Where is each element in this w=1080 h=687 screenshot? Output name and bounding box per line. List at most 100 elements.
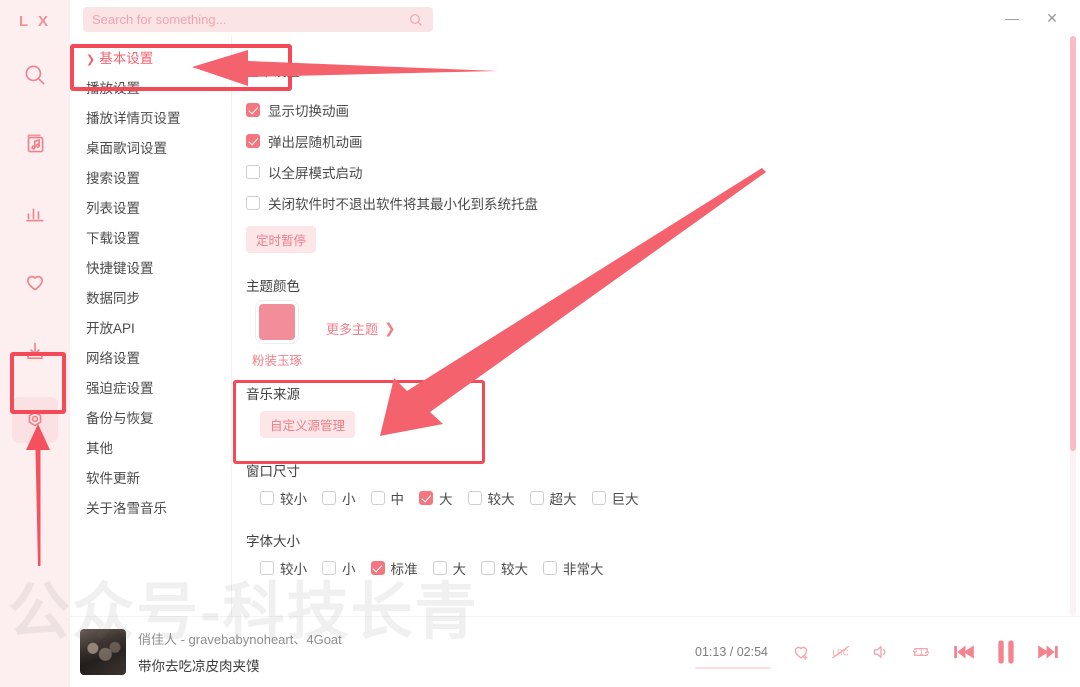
- search-icon[interactable]: [12, 52, 58, 98]
- theme-swatch-color[interactable]: [256, 301, 298, 343]
- checkbox-font-small[interactable]: [322, 561, 336, 575]
- song-meta: 俏佳人 - gravebabynoheart、4Goat 带你去吃凉皮肉夹馍: [138, 629, 342, 675]
- ranking-chart-icon[interactable]: [12, 190, 58, 236]
- checkbox-label: 弹出层随机动画: [268, 134, 363, 150]
- volume-icon[interactable]: [870, 641, 892, 663]
- settings-nav-item-list[interactable]: 列表设置: [70, 194, 231, 224]
- font-size-option-standard[interactable]: 标准: [370, 558, 422, 578]
- window-size-option-medium[interactable]: 中: [370, 488, 409, 508]
- close-button[interactable]: ✕: [1032, 3, 1072, 33]
- settings-nav-item-basic[interactable]: ❯ 基本设置: [70, 44, 231, 74]
- font-size-options: 较小 小 标准 大 较大 非常大: [260, 558, 1073, 578]
- custom-source-manage-button[interactable]: 自定义源管理: [260, 411, 356, 438]
- option-label: 超大: [549, 492, 577, 507]
- more-themes-link[interactable]: 更多主题 ❯: [326, 319, 396, 352]
- minimize-button[interactable]: —: [992, 3, 1032, 33]
- heart-icon[interactable]: [12, 259, 58, 305]
- settings-nav-item-update[interactable]: 软件更新: [70, 464, 231, 494]
- checkbox-row-minimize-to-tray[interactable]: 关闭软件时不退出软件将其最小化到系统托盘: [246, 187, 1073, 218]
- search-input[interactable]: Search for something...: [83, 7, 433, 32]
- font-size-option-small[interactable]: 小: [322, 558, 360, 578]
- option-label: 较大: [487, 492, 515, 507]
- settings-nav-item-network[interactable]: 网络设置: [70, 344, 231, 374]
- left-icon-rail: L X: [0, 0, 70, 687]
- checkbox-font-large[interactable]: [432, 561, 447, 575]
- settings-nav-item-playdetail[interactable]: 播放详情页设置: [70, 104, 231, 134]
- font-size-option-smaller[interactable]: 较小: [260, 558, 311, 578]
- settings-gear-icon[interactable]: [12, 397, 58, 443]
- settings-nav-item-open-api[interactable]: 开放API: [70, 314, 231, 344]
- music-source-title: 音乐来源: [246, 387, 300, 402]
- checkbox-font-standard[interactable]: [370, 561, 385, 575]
- checkbox-popup-animation[interactable]: [246, 133, 260, 148]
- checkbox-window-small[interactable]: [322, 491, 336, 505]
- checkbox-window-medium[interactable]: [370, 491, 385, 505]
- settings-nav-column: ❯ 基本设置 播放设置 播放详情页设置 桌面歌词设置 搜索设置 列表设置 下载设置…: [70, 0, 232, 687]
- checkbox-fullscreen-start[interactable]: [246, 164, 260, 179]
- content-scrollbar[interactable]: [1070, 36, 1076, 616]
- checkbox-window-xlarge[interactable]: [529, 491, 544, 505]
- settings-nav-item-data-sync[interactable]: 数据同步: [70, 284, 231, 314]
- option-label: 中: [390, 492, 405, 507]
- player-controls: 01:13 / 02:54 LRC 1: [695, 637, 1062, 669]
- checkbox-font-larger[interactable]: [481, 561, 495, 575]
- option-label: 小: [342, 562, 356, 577]
- checkbox-window-large[interactable]: [419, 491, 433, 505]
- checkbox-switch-animation[interactable]: [246, 102, 260, 117]
- checkbox-minimize-to-tray[interactable]: [246, 195, 260, 210]
- window-size-option-larger[interactable]: 较大: [467, 488, 519, 508]
- chevron-right-icon: ❯: [384, 319, 396, 336]
- font-size-title: 字体大小: [246, 534, 300, 549]
- settings-nav-item-download[interactable]: 下载设置: [70, 224, 231, 254]
- checkbox-row-switch-animation[interactable]: 显示切换动画: [246, 94, 1073, 125]
- checkbox-row-fullscreen-start[interactable]: 以全屏模式启动: [246, 156, 1073, 187]
- checkbox-window-smaller[interactable]: [260, 491, 274, 505]
- checkbox-label: 显示切换动画: [268, 103, 349, 119]
- checkbox-window-larger[interactable]: [467, 491, 482, 505]
- window-size-option-xlarge[interactable]: 超大: [529, 488, 581, 508]
- checkbox-window-huge[interactable]: [591, 491, 606, 505]
- settings-nav-item-ocd[interactable]: 强迫症设置: [70, 374, 231, 404]
- font-size-option-verylarge[interactable]: 非常大: [543, 558, 608, 578]
- font-size-option-larger[interactable]: 较大: [481, 558, 532, 578]
- scrollbar-thumb[interactable]: [1070, 36, 1076, 451]
- repeat-one-icon[interactable]: 1: [910, 641, 932, 663]
- option-label: 小: [342, 492, 356, 507]
- settings-nav-list: ❯ 基本设置 播放设置 播放详情页设置 桌面歌词设置 搜索设置 列表设置 下载设置…: [70, 0, 231, 524]
- settings-nav-item-playback[interactable]: 播放设置: [70, 74, 231, 104]
- settings-nav-item-search[interactable]: 搜索设置: [70, 164, 231, 194]
- previous-track-icon[interactable]: [950, 638, 978, 666]
- timer-pause-button[interactable]: 定时暂停: [246, 226, 317, 253]
- svg-text:1: 1: [919, 649, 923, 656]
- window-size-option-large[interactable]: 大: [419, 488, 457, 508]
- music-library-icon[interactable]: [12, 121, 58, 167]
- settings-nav-item-other[interactable]: 其他: [70, 434, 231, 464]
- more-themes-label: 更多主题: [326, 321, 379, 337]
- window-size-title: 窗口尺寸: [246, 464, 300, 479]
- option-label: 较小: [280, 492, 307, 507]
- search-icon: [410, 13, 422, 26]
- checkbox-label: 关闭软件时不退出软件将其最小化到系统托盘: [268, 196, 538, 212]
- theme-swatch-pink[interactable]: 粉装玉琢: [246, 301, 308, 369]
- song-lyric-line: 带你去吃凉皮肉夹馍: [138, 659, 260, 674]
- settings-nav-item-hotkey[interactable]: 快捷键设置: [70, 254, 231, 284]
- heart-plus-icon[interactable]: [790, 641, 812, 663]
- settings-nav-item-desktop-lyric[interactable]: 桌面歌词设置: [70, 134, 231, 164]
- checkbox-font-verylarge[interactable]: [543, 561, 557, 575]
- window-size-option-small[interactable]: 小: [322, 488, 360, 508]
- pause-icon[interactable]: [992, 637, 1020, 667]
- window-size-option-huge[interactable]: 巨大: [591, 488, 643, 508]
- font-size-option-large[interactable]: 大: [432, 558, 471, 578]
- window-size-option-smaller[interactable]: 较小: [260, 488, 311, 508]
- checkbox-font-smaller[interactable]: [260, 561, 274, 575]
- option-label: 较小: [280, 562, 307, 577]
- theme-swatch-label: 粉装玉琢: [251, 354, 302, 368]
- settings-nav-item-about[interactable]: 关于洛雪音乐: [70, 494, 231, 524]
- settings-nav-item-backup[interactable]: 备份与恢复: [70, 404, 231, 434]
- download-icon[interactable]: [12, 328, 58, 374]
- lrc-lyrics-icon[interactable]: LRC: [830, 641, 852, 663]
- next-track-icon[interactable]: [1034, 638, 1062, 666]
- album-cover[interactable]: [80, 629, 126, 675]
- song-title: 俏佳人 - gravebabynoheart、4Goat: [138, 632, 342, 647]
- checkbox-row-popup-animation[interactable]: 弹出层随机动画: [246, 125, 1073, 156]
